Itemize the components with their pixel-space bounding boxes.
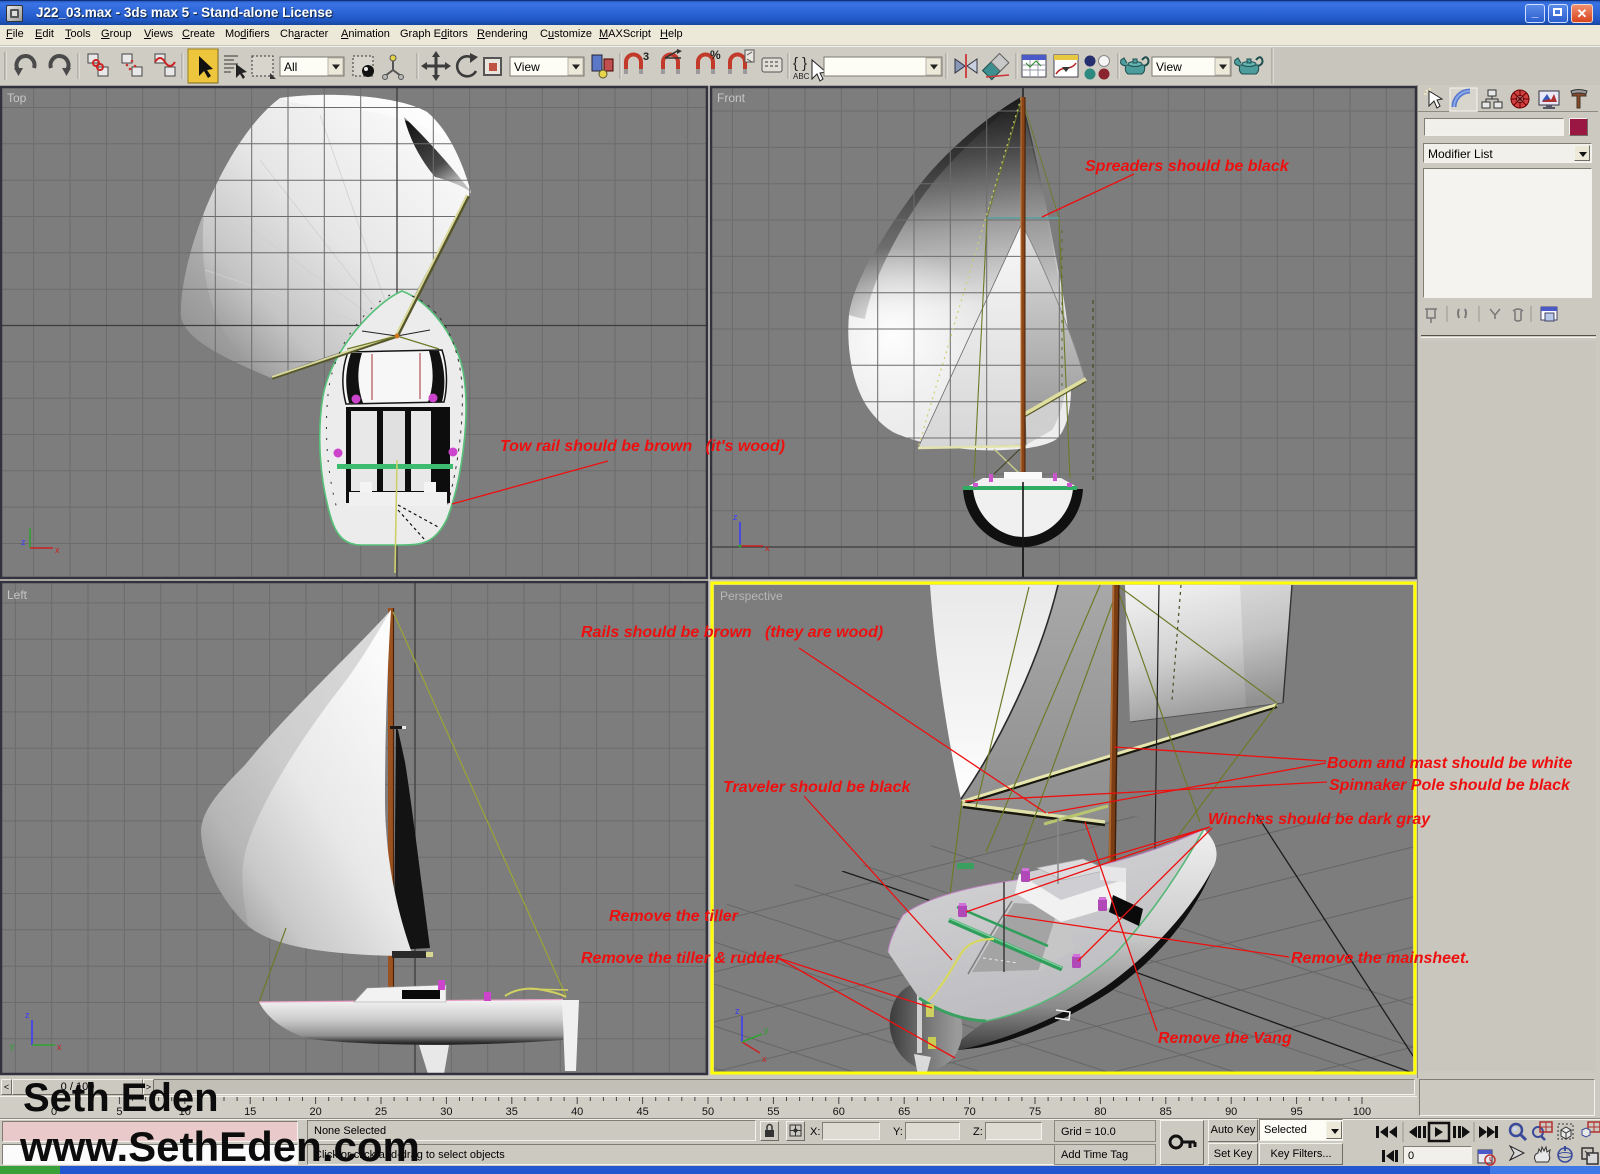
svg-text:z: z: [21, 537, 26, 547]
svg-text:70: 70: [963, 1106, 975, 1118]
svg-text:100: 100: [1353, 1106, 1371, 1118]
svg-text:z: z: [25, 1010, 30, 1020]
svg-text:3: 3: [643, 51, 649, 63]
svg-text:25: 25: [375, 1106, 387, 1118]
svg-text:40: 40: [571, 1106, 583, 1118]
svg-text:z: z: [735, 1006, 740, 1016]
svg-text:85: 85: [1160, 1106, 1172, 1118]
svg-text:75: 75: [1029, 1106, 1041, 1118]
svg-text:30: 30: [440, 1106, 452, 1118]
svg-text:View: View: [1156, 60, 1182, 74]
svg-text:Top: Top: [7, 91, 27, 105]
svg-text:{ }: { }: [793, 55, 807, 72]
svg-text:50: 50: [702, 1106, 714, 1118]
svg-text:55: 55: [767, 1106, 779, 1118]
svg-text:Front: Front: [717, 91, 746, 105]
svg-text:y: y: [764, 1025, 769, 1035]
svg-text:%: %: [710, 48, 721, 62]
svg-text:z: z: [733, 512, 738, 522]
svg-text:y: y: [10, 1041, 15, 1051]
svg-text:35: 35: [506, 1106, 518, 1118]
svg-text:ABC: ABC: [793, 72, 810, 81]
svg-text:80: 80: [1094, 1106, 1106, 1118]
svg-text:x: x: [55, 545, 60, 555]
svg-text:45: 45: [636, 1106, 648, 1118]
svg-text:20: 20: [309, 1106, 321, 1118]
svg-text:x: x: [57, 1042, 62, 1052]
svg-text:All: All: [284, 60, 297, 74]
svg-text:60: 60: [833, 1106, 845, 1118]
svg-text:65: 65: [898, 1106, 910, 1118]
svg-text:15: 15: [244, 1106, 256, 1118]
svg-text:x: x: [762, 1054, 767, 1064]
svg-text:View: View: [514, 60, 540, 74]
svg-text:90: 90: [1225, 1106, 1237, 1118]
svg-text:Left: Left: [7, 588, 28, 602]
svg-text:x: x: [765, 543, 770, 553]
svg-text:Perspective: Perspective: [720, 589, 783, 603]
svg-text:95: 95: [1290, 1106, 1302, 1118]
